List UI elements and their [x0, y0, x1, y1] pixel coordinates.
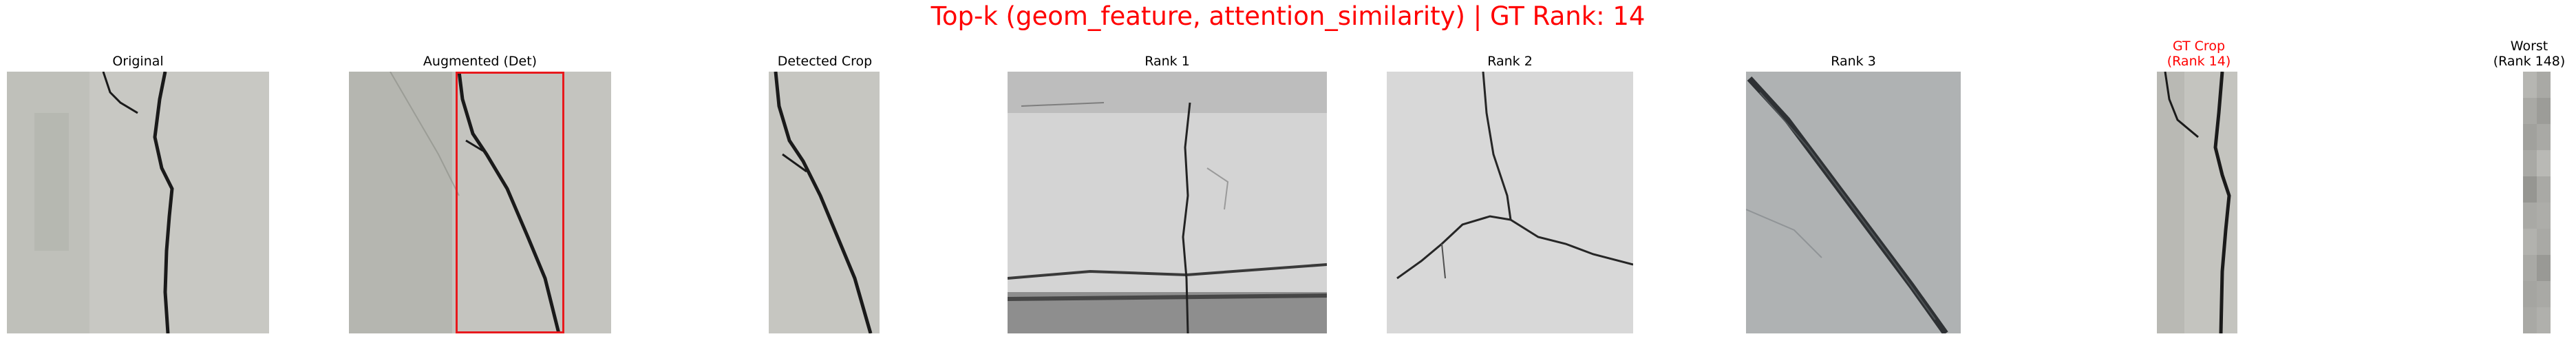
panel-title-rank-3: Rank 3: [1831, 54, 1876, 69]
worst-image: [2523, 72, 2551, 333]
detected-crop-image: [769, 72, 880, 333]
panel-title-augmented: Augmented (Det): [423, 54, 537, 69]
rank-3-image: [1746, 72, 1961, 333]
worst-title-line-1: Worst: [2510, 39, 2548, 54]
worst-title-line-2: (Rank 148): [2493, 54, 2566, 69]
gt-crop-image: [2157, 72, 2237, 333]
panel-title-detected-crop: Detected Crop: [777, 54, 873, 69]
figure-title: Top-k (geom_feature, attention_similarit…: [930, 1, 1646, 31]
panel-title-rank-2: Rank 2: [1487, 54, 1533, 69]
original-image: [7, 72, 269, 333]
gt-crop-title-line-1: GT Crop: [2172, 39, 2226, 54]
panel-title-rank-1: Rank 1: [1145, 54, 1190, 69]
rank-1-image: [1008, 72, 1327, 333]
augmented-image: [349, 72, 611, 333]
rank-2-image: [1387, 72, 1633, 333]
panel-title-original: Original: [112, 54, 164, 69]
panel-title-worst: Worst (Rank 148): [2484, 39, 2574, 69]
panel-title-gt-crop: GT Crop (Rank 14): [2133, 39, 2264, 69]
detection-box: [456, 72, 564, 333]
gt-crop-title-line-2: (Rank 14): [2167, 54, 2231, 69]
